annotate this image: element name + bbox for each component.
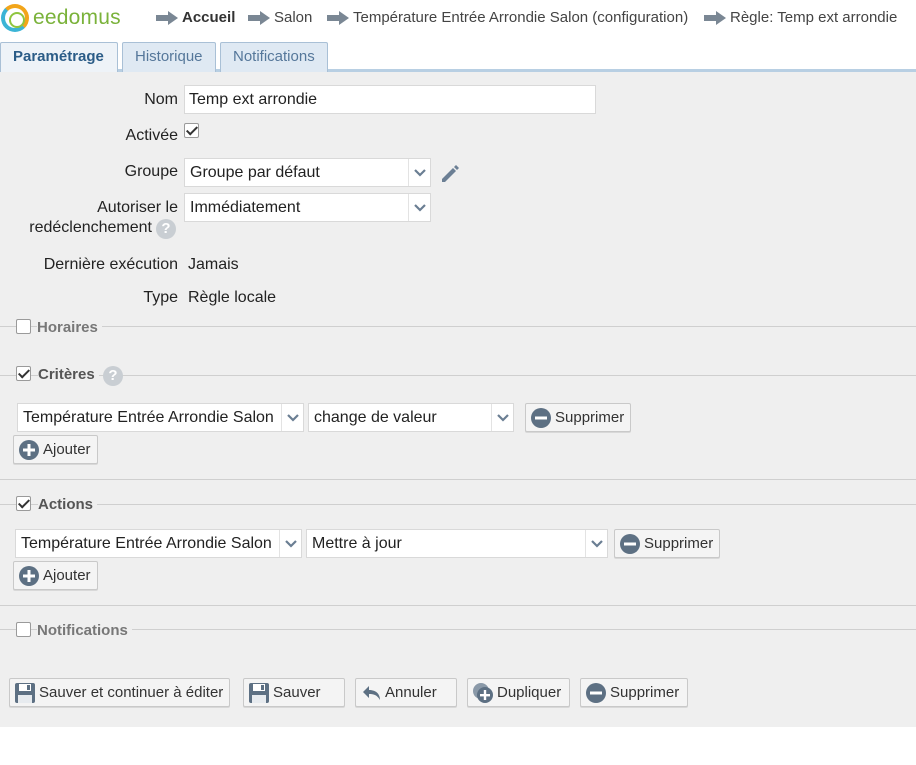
button-label: Ajouter bbox=[43, 567, 91, 584]
breadcrumb-label: Température Entrée Arrondie Salon (confi… bbox=[353, 9, 689, 26]
actions-section-title: Actions bbox=[38, 496, 98, 513]
notifications-checkbox[interactable] bbox=[16, 622, 31, 637]
logo-text: eedomus bbox=[33, 6, 121, 29]
action-device-select[interactable]: Température Entrée Arrondie Salon bbox=[15, 529, 302, 558]
page-bottom-area bbox=[0, 727, 916, 765]
breadcrumb-rule[interactable]: Règle: Temp ext arrondie bbox=[704, 9, 897, 26]
tab-parametrage[interactable]: Paramétrage bbox=[0, 42, 118, 72]
help-icon[interactable]: ? bbox=[156, 219, 176, 239]
button-label: Sauver et continuer à éditer bbox=[39, 684, 224, 701]
breadcrumb-label: Salon bbox=[274, 9, 313, 26]
groupe-label: Groupe bbox=[124, 163, 178, 180]
chevron-down-icon bbox=[279, 530, 301, 557]
section-divider bbox=[0, 479, 916, 480]
tab-historique[interactable]: Historique bbox=[122, 42, 216, 72]
button-label: Ajouter bbox=[43, 441, 91, 458]
action-device-value: Température Entrée Arrondie Salon bbox=[21, 535, 272, 552]
top-bar: eedomus Accueil Salon Température Entrée… bbox=[0, 0, 916, 40]
nom-input[interactable]: Temp ext arrondie bbox=[184, 85, 596, 114]
chevron-down-icon bbox=[408, 194, 430, 221]
duplicate-button[interactable]: Dupliquer bbox=[467, 678, 570, 707]
horaires-section-title: Horaires bbox=[37, 319, 102, 336]
type-label: Type bbox=[143, 289, 178, 306]
activee-label: Activée bbox=[125, 127, 178, 144]
arrow-right-icon bbox=[704, 10, 726, 25]
action-type-value: Mettre à jour bbox=[312, 535, 402, 552]
save-continue-button[interactable]: Sauver et continuer à éditer bbox=[9, 678, 231, 707]
breadcrumb-label: Règle: Temp ext arrondie bbox=[730, 9, 898, 26]
button-label: Supprimer bbox=[644, 535, 714, 552]
logo-ring-icon bbox=[1, 4, 29, 32]
arrow-right-icon bbox=[327, 10, 349, 25]
critere-condition-select[interactable]: change de valeur bbox=[308, 403, 514, 432]
floppy-disk-icon bbox=[249, 682, 269, 703]
type-value: Règle locale bbox=[188, 289, 277, 306]
autoriser-label-line1: Autoriser le bbox=[97, 199, 178, 216]
critere-device-value: Température Entrée Arrondie Salon bbox=[23, 409, 274, 426]
undo-icon bbox=[363, 685, 380, 700]
button-label: Supprimer bbox=[555, 409, 625, 426]
autoriser-label: Autoriser le bbox=[0, 198, 178, 218]
arrow-right-icon bbox=[248, 10, 270, 25]
plus-circle-icon bbox=[19, 565, 39, 586]
critere-device-select[interactable]: Température Entrée Arrondie Salon bbox=[17, 403, 304, 432]
button-label: Sauver bbox=[273, 684, 321, 701]
derniere-execution-label: Dernière exécution bbox=[43, 256, 178, 273]
action-remove-button[interactable]: Supprimer bbox=[614, 529, 721, 558]
button-label: Supprimer bbox=[610, 684, 680, 701]
floppy-disk-icon bbox=[15, 682, 35, 703]
help-icon[interactable]: ? bbox=[103, 366, 123, 386]
critere-remove-button[interactable]: Supprimer bbox=[525, 403, 632, 432]
notifications-section-title: Notifications bbox=[37, 622, 132, 639]
delete-rule-button[interactable]: Supprimer bbox=[580, 678, 688, 707]
groupe-select[interactable]: Groupe par défaut bbox=[184, 158, 431, 187]
chevron-down-icon bbox=[281, 404, 303, 431]
chevron-down-icon bbox=[585, 530, 607, 557]
section-divider bbox=[0, 504, 916, 505]
button-label: Dupliquer bbox=[497, 684, 562, 701]
button-label: Annuler bbox=[385, 684, 437, 701]
rule-config-panel: Nom Temp ext arrondie Activée Groupe Gro… bbox=[0, 72, 916, 727]
critere-add-button[interactable]: Ajouter bbox=[13, 435, 98, 464]
breadcrumb-device-config[interactable]: Température Entrée Arrondie Salon (confi… bbox=[327, 9, 688, 26]
tab-bar: Paramétrage Historique Notifications bbox=[0, 40, 916, 72]
criteres-section-title: Critères bbox=[38, 366, 99, 383]
derniere-execution-value: Jamais bbox=[188, 256, 239, 273]
critere-condition-value: change de valeur bbox=[314, 409, 437, 426]
groupe-select-value: Groupe par défaut bbox=[190, 164, 320, 181]
plus-circle-icon bbox=[19, 439, 39, 460]
chevron-down-icon bbox=[408, 159, 430, 186]
autoriser-label-line2: redéclenchement bbox=[29, 219, 152, 236]
duplicate-icon bbox=[473, 682, 493, 703]
section-divider bbox=[0, 629, 916, 630]
criteres-checkbox[interactable] bbox=[16, 366, 31, 381]
nom-label: Nom bbox=[144, 91, 178, 108]
eedomus-logo[interactable]: eedomus bbox=[1, 4, 121, 32]
cancel-button[interactable]: Annuler bbox=[355, 678, 457, 707]
save-button[interactable]: Sauver bbox=[243, 678, 345, 707]
action-type-select[interactable]: Mettre à jour bbox=[306, 529, 608, 558]
chevron-down-icon bbox=[491, 404, 513, 431]
actions-checkbox[interactable] bbox=[16, 496, 31, 511]
minus-circle-icon bbox=[586, 682, 606, 703]
section-divider bbox=[0, 326, 916, 327]
arrow-right-icon bbox=[156, 10, 178, 25]
autoriser-select-value: Immédiatement bbox=[190, 199, 301, 216]
breadcrumb-home[interactable]: Accueil bbox=[156, 9, 235, 26]
action-add-button[interactable]: Ajouter bbox=[13, 561, 98, 590]
section-divider bbox=[0, 605, 916, 606]
activee-checkbox[interactable] bbox=[184, 123, 199, 138]
breadcrumb-salon[interactable]: Salon bbox=[248, 9, 312, 26]
section-divider bbox=[0, 375, 916, 376]
horaires-checkbox[interactable] bbox=[16, 319, 31, 334]
tab-notifications[interactable]: Notifications bbox=[220, 42, 328, 72]
breadcrumb-label: Accueil bbox=[182, 9, 236, 26]
minus-circle-icon bbox=[531, 407, 551, 428]
minus-circle-icon bbox=[620, 533, 640, 554]
autoriser-select[interactable]: Immédiatement bbox=[184, 193, 431, 222]
pencil-edit-icon[interactable] bbox=[438, 161, 462, 185]
